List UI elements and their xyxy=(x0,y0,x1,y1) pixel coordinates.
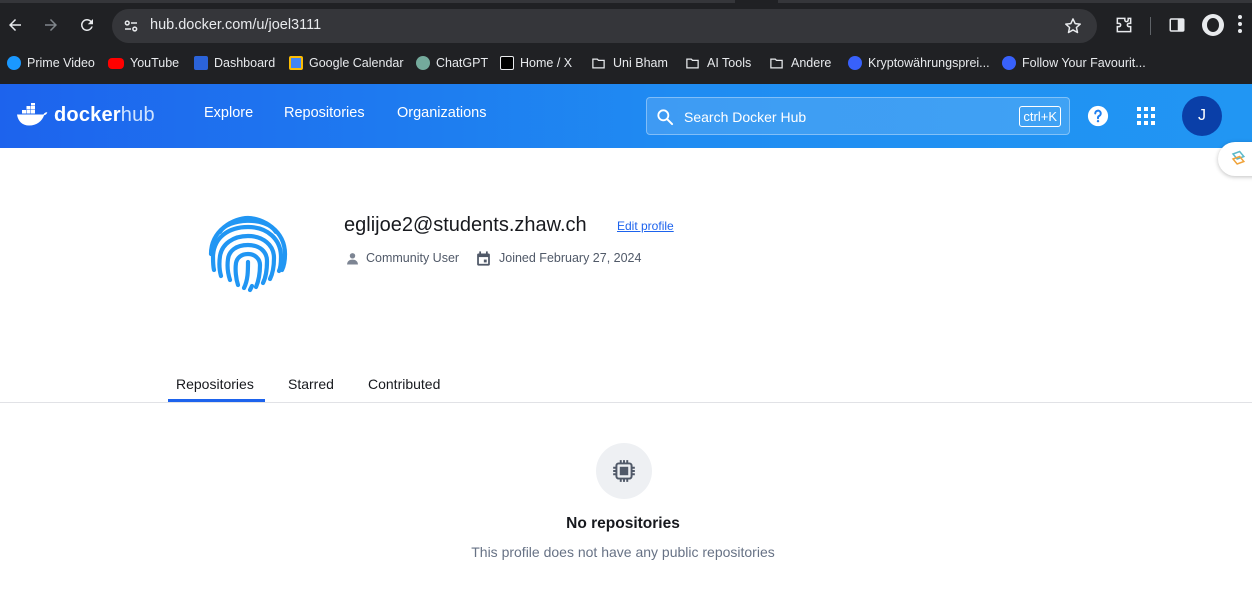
user-avatar[interactable]: J xyxy=(1182,96,1222,136)
extensions-button[interactable] xyxy=(1112,13,1136,37)
floating-extension-button[interactable] xyxy=(1218,142,1252,176)
bookmark-dashboard[interactable]: Dashboard xyxy=(194,52,275,74)
toolbar-divider xyxy=(1150,17,1151,35)
tab-repositories[interactable]: Repositories xyxy=(176,376,254,392)
reload-icon xyxy=(80,18,93,31)
chatgpt-icon xyxy=(416,56,430,70)
back-button[interactable] xyxy=(1,11,29,39)
bookmark-star-icon[interactable] xyxy=(1063,16,1083,36)
bookmark-follow-your-favourit[interactable]: Follow Your Favourit... xyxy=(1002,52,1146,74)
logo-docker-text: docker xyxy=(54,103,121,126)
arrow-left-icon xyxy=(9,19,21,31)
profile-name: eglijoe2@students.zhaw.ch xyxy=(344,214,587,236)
nav-repositories[interactable]: Repositories xyxy=(284,105,365,121)
dashboard-icon xyxy=(194,56,208,70)
profile-tabs: Repositories Starred Contributed xyxy=(0,366,1252,403)
profile-joined: Joined February 27, 2024 xyxy=(475,249,641,267)
coinmarketcap-icon xyxy=(848,56,862,70)
chip-icon xyxy=(613,460,635,482)
help-icon[interactable] xyxy=(1087,105,1109,127)
forward-button[interactable] xyxy=(37,11,65,39)
empty-state-icon-container xyxy=(596,443,652,499)
docker-hub-logo[interactable]: dockerhub xyxy=(16,98,166,132)
puzzle-icon xyxy=(1116,17,1132,33)
profile-role: Community User xyxy=(346,249,459,267)
search-placeholder: Search Docker Hub xyxy=(684,109,807,125)
nav-organizations[interactable]: Organizations xyxy=(397,105,486,121)
bookmarks-bar: Prime Video YouTube Dashboard Google Cal… xyxy=(0,52,1252,74)
calendar-icon xyxy=(477,250,490,266)
folder-icon xyxy=(592,58,605,68)
bookmark-folder-ai-tools[interactable]: AI Tools xyxy=(684,52,751,74)
tab-strip xyxy=(0,0,735,3)
x-icon xyxy=(500,56,514,70)
prime-video-icon xyxy=(7,56,21,70)
empty-state-title: No repositories xyxy=(566,515,680,532)
coinmarketcap-icon xyxy=(1002,56,1016,70)
folder-icon xyxy=(686,58,699,68)
tab-starred[interactable]: Starred xyxy=(288,376,334,392)
logo-hub-text: hub xyxy=(120,103,155,126)
apps-grid-icon[interactable] xyxy=(1137,107,1155,125)
youtube-icon xyxy=(108,57,124,69)
bookmark-google-calendar[interactable]: Google Calendar xyxy=(289,52,404,74)
bookmark-chatgpt[interactable]: ChatGPT xyxy=(416,52,488,74)
bookmark-home-x[interactable]: Home / X xyxy=(500,52,572,74)
profile-joined-text: Joined February 27, 2024 xyxy=(499,251,642,265)
docker-whale-icon xyxy=(17,103,48,126)
profile-avatar-icon[interactable] xyxy=(1202,14,1224,36)
search-shortcut-badge: ctrl+K xyxy=(1019,106,1061,127)
fingerprint-avatar-icon xyxy=(208,215,288,293)
edit-profile-link[interactable]: Edit profile xyxy=(617,219,674,233)
active-tab-indicator xyxy=(168,399,265,402)
bookmark-folder-uni-bham[interactable]: Uni Bham xyxy=(590,52,668,74)
extension-logo-icon xyxy=(1231,150,1246,165)
profile-role-text: Community User xyxy=(366,251,460,265)
tab-strip-right xyxy=(778,0,1252,3)
search-icon xyxy=(657,109,674,126)
arrow-right-icon xyxy=(45,19,57,31)
url-text[interactable]: hub.docker.com/u/joel3111 xyxy=(150,17,321,33)
bookmark-youtube[interactable]: YouTube xyxy=(108,52,179,74)
bookmark-kryptowaehrung[interactable]: Kryptowährungsprei... xyxy=(848,52,990,74)
bookmark-prime-video[interactable]: Prime Video xyxy=(7,52,95,74)
empty-state-subtitle: This profile does not have any public re… xyxy=(471,544,775,560)
address-bar[interactable]: hub.docker.com/u/joel3111 xyxy=(112,9,1097,43)
reload-button[interactable] xyxy=(73,11,101,39)
tab-contributed[interactable]: Contributed xyxy=(368,376,440,392)
menu-kebab-icon[interactable] xyxy=(1238,15,1242,35)
bookmark-folder-andere[interactable]: Andere xyxy=(768,52,831,74)
person-icon xyxy=(347,252,358,264)
search-input[interactable]: Search Docker Hub ctrl+K xyxy=(646,97,1070,135)
nav-explore[interactable]: Explore xyxy=(204,105,253,121)
site-info-icon[interactable] xyxy=(122,17,140,35)
side-panel-button[interactable] xyxy=(1165,13,1189,37)
folder-icon xyxy=(770,58,783,68)
browser-chrome: hub.docker.com/u/joel3111 Prime Video Yo… xyxy=(0,0,1252,84)
google-calendar-icon xyxy=(289,56,303,70)
docker-hub-header: dockerhub Explore Repositories Organizat… xyxy=(0,84,1252,148)
side-panel-icon xyxy=(1169,18,1185,32)
